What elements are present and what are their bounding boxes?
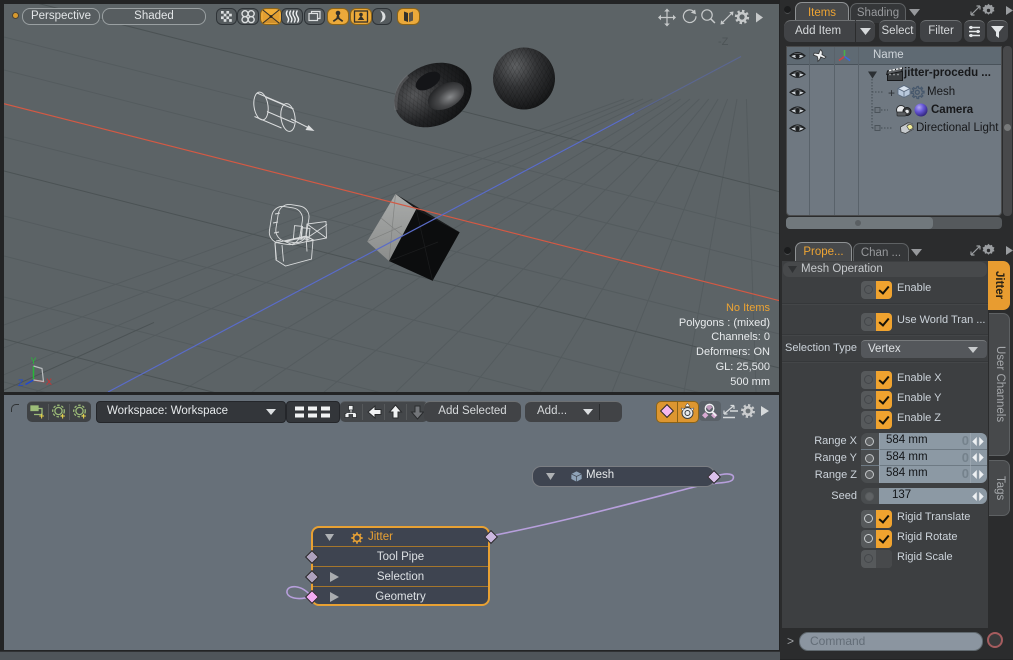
svg-text:Z: Z: [18, 378, 24, 388]
svg-text:+: +: [39, 411, 44, 421]
svg-text:+: +: [81, 411, 86, 421]
svg-text:-Z: -Z: [718, 36, 729, 48]
svg-text:Y: Y: [31, 356, 37, 366]
svg-text:X: X: [46, 377, 52, 387]
svg-text:+: +: [60, 411, 65, 421]
svg-text:+: +: [888, 86, 895, 100]
